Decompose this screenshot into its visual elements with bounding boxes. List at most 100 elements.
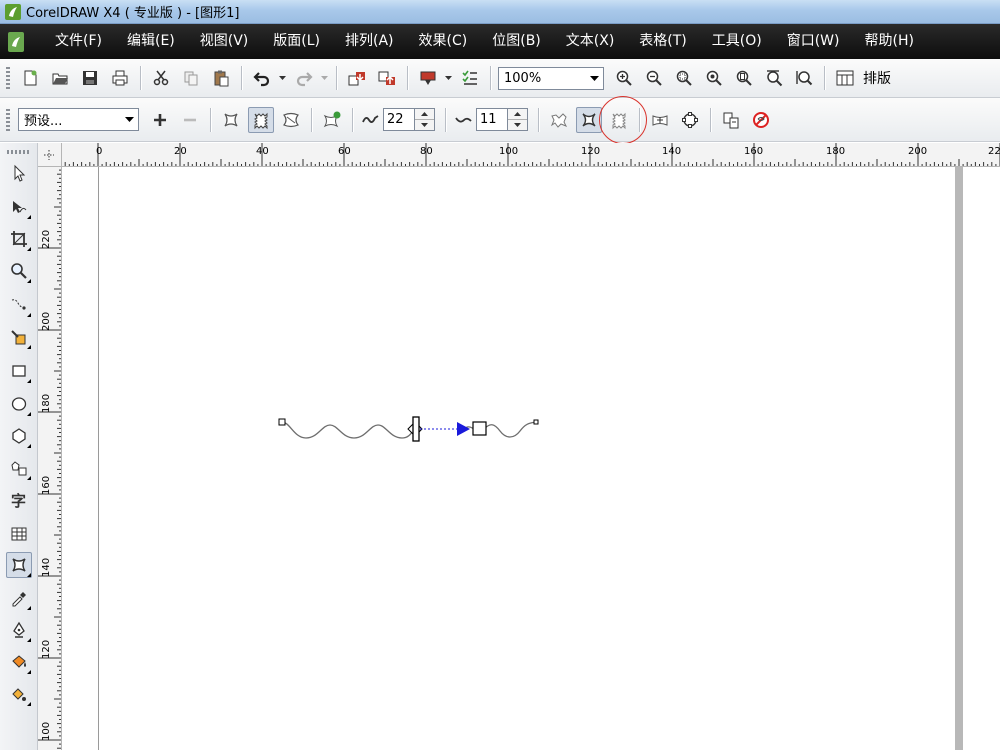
push-pull-distortion-button[interactable]	[218, 107, 244, 133]
amplitude-slider-handle[interactable]	[412, 416, 420, 442]
zoom-to-page-height-button[interactable]	[791, 65, 817, 91]
toolbar-grip[interactable]	[6, 108, 10, 131]
redo-dropdown[interactable]	[319, 65, 329, 91]
document-icon[interactable]	[6, 31, 26, 53]
preset-combo[interactable]: 预设...	[18, 108, 139, 131]
zoom-to-page-button[interactable]	[731, 65, 757, 91]
path-end-node[interactable]	[533, 419, 539, 425]
table-tool[interactable]	[6, 521, 32, 547]
ellipse-tool[interactable]	[6, 391, 32, 417]
layout-label[interactable]: 排版	[863, 68, 891, 88]
horizontal-ruler[interactable]: 0 20 40 60 80 100 120 140 160 180 200 22	[62, 143, 1000, 167]
freehand-tool[interactable]	[6, 292, 32, 318]
zoom-to-page-width-button[interactable]	[761, 65, 787, 91]
menu-arrange[interactable]: 排列(A)	[332, 24, 406, 59]
add-preset-button[interactable]	[147, 107, 173, 133]
undo-button[interactable]	[249, 65, 275, 91]
smooth-distortion-button[interactable]	[576, 106, 602, 133]
text-tool[interactable]: 字	[6, 487, 32, 513]
add-new-distortion-button[interactable]	[319, 107, 345, 133]
random-distortion-button[interactable]	[546, 107, 572, 133]
center-distortion-button[interactable]	[647, 107, 673, 133]
menu-bitmaps[interactable]: 位图(B)	[479, 24, 553, 59]
copy-button[interactable]	[178, 65, 204, 91]
ruler-label: 60	[338, 146, 351, 157]
path-start-node[interactable]	[278, 418, 286, 426]
interactive-distortion-tool[interactable]	[6, 552, 32, 578]
rectangle-tool[interactable]	[6, 358, 32, 384]
amplitude-down-button[interactable]	[415, 120, 434, 130]
amplitude-input[interactable]: 22	[383, 108, 415, 131]
eyedropper-tool[interactable]	[6, 585, 32, 611]
zoom-out-button[interactable]	[641, 65, 667, 91]
eyedropper-icon	[12, 592, 26, 607]
copy-distortion-properties-button[interactable]	[718, 107, 744, 133]
frequency-input[interactable]: 11	[476, 108, 508, 131]
paste-button[interactable]	[208, 65, 234, 91]
distortion-direction-arrow[interactable]	[457, 422, 470, 436]
ruler-label: 200	[908, 146, 928, 157]
crop-tool[interactable]	[6, 226, 32, 252]
menu-text[interactable]: 文本(X)	[553, 24, 627, 59]
print-button[interactable]	[107, 65, 133, 91]
export-icon	[378, 71, 395, 85]
ellipse-icon	[11, 397, 27, 411]
open-button[interactable]	[47, 65, 73, 91]
frequency-down-button[interactable]	[508, 120, 527, 130]
toolbar-grip[interactable]	[6, 67, 10, 89]
pick-tool[interactable]	[6, 160, 32, 186]
chevron-down-icon[interactable]	[586, 68, 603, 89]
zoom-level-combo[interactable]: 100%	[498, 66, 604, 90]
smart-fill-tool[interactable]	[6, 324, 32, 350]
outline-tool[interactable]	[6, 617, 32, 643]
menu-effects[interactable]: 效果(C)	[406, 24, 480, 59]
menu-layout[interactable]: 版面(L)	[260, 24, 332, 59]
interactive-fill-tool[interactable]	[6, 681, 32, 707]
import-button[interactable]	[344, 65, 370, 91]
zoom-in-button[interactable]	[611, 65, 637, 91]
clear-distortion-button[interactable]	[748, 107, 774, 133]
frequency-spinner[interactable]: 11	[476, 108, 528, 131]
menu-tools[interactable]: 工具(O)	[699, 24, 774, 59]
application-launcher-button[interactable]	[415, 65, 441, 91]
polygon-tool[interactable]	[6, 423, 32, 449]
menu-edit[interactable]: 编辑(E)	[114, 24, 187, 59]
redo-button[interactable]	[291, 65, 317, 91]
ruler-origin-corner[interactable]	[38, 143, 62, 167]
local-distortion-button[interactable]	[606, 107, 632, 133]
basic-shapes-tool[interactable]	[6, 455, 32, 481]
shape-tool[interactable]	[6, 194, 32, 220]
amplitude-up-button[interactable]	[415, 109, 434, 120]
menu-window[interactable]: 窗口(W)	[774, 24, 852, 59]
amplitude-spinner[interactable]: 22	[383, 108, 435, 131]
chevron-down-icon[interactable]	[121, 109, 138, 130]
printer-icon	[112, 70, 128, 86]
pointer-arrow-icon	[14, 164, 26, 182]
layout-button[interactable]	[832, 65, 858, 91]
distortion-end-handle[interactable]	[472, 421, 487, 436]
cut-button[interactable]	[148, 65, 174, 91]
convert-to-curves-button[interactable]	[677, 107, 703, 133]
new-button[interactable]	[17, 65, 43, 91]
save-button[interactable]	[77, 65, 103, 91]
zoom-to-all-objects-button[interactable]	[701, 65, 727, 91]
drawing-canvas[interactable]	[62, 167, 1000, 750]
menu-help[interactable]: 帮助(H)	[852, 24, 926, 59]
launcher-dropdown[interactable]	[443, 65, 453, 91]
vertical-ruler[interactable]: 220 200 180 160 140 120 100	[38, 167, 62, 750]
export-button[interactable]	[374, 65, 400, 91]
frequency-up-button[interactable]	[508, 109, 527, 120]
zipper-distortion-button[interactable]	[248, 106, 274, 133]
menu-table[interactable]: 表格(T)	[626, 24, 698, 59]
welcome-screen-button[interactable]	[457, 65, 483, 91]
undo-dropdown[interactable]	[277, 65, 287, 91]
zoom-to-selected-button[interactable]	[671, 65, 697, 91]
menu-file[interactable]: 文件(F)	[42, 24, 114, 59]
toolbox-grip[interactable]	[7, 150, 31, 154]
interactive-fill-icon	[12, 688, 26, 701]
zoom-tool[interactable]	[6, 258, 32, 284]
delete-preset-button[interactable]	[177, 107, 203, 133]
fill-tool[interactable]	[6, 649, 32, 675]
menu-view[interactable]: 视图(V)	[187, 24, 261, 59]
twister-distortion-button[interactable]	[278, 107, 304, 133]
